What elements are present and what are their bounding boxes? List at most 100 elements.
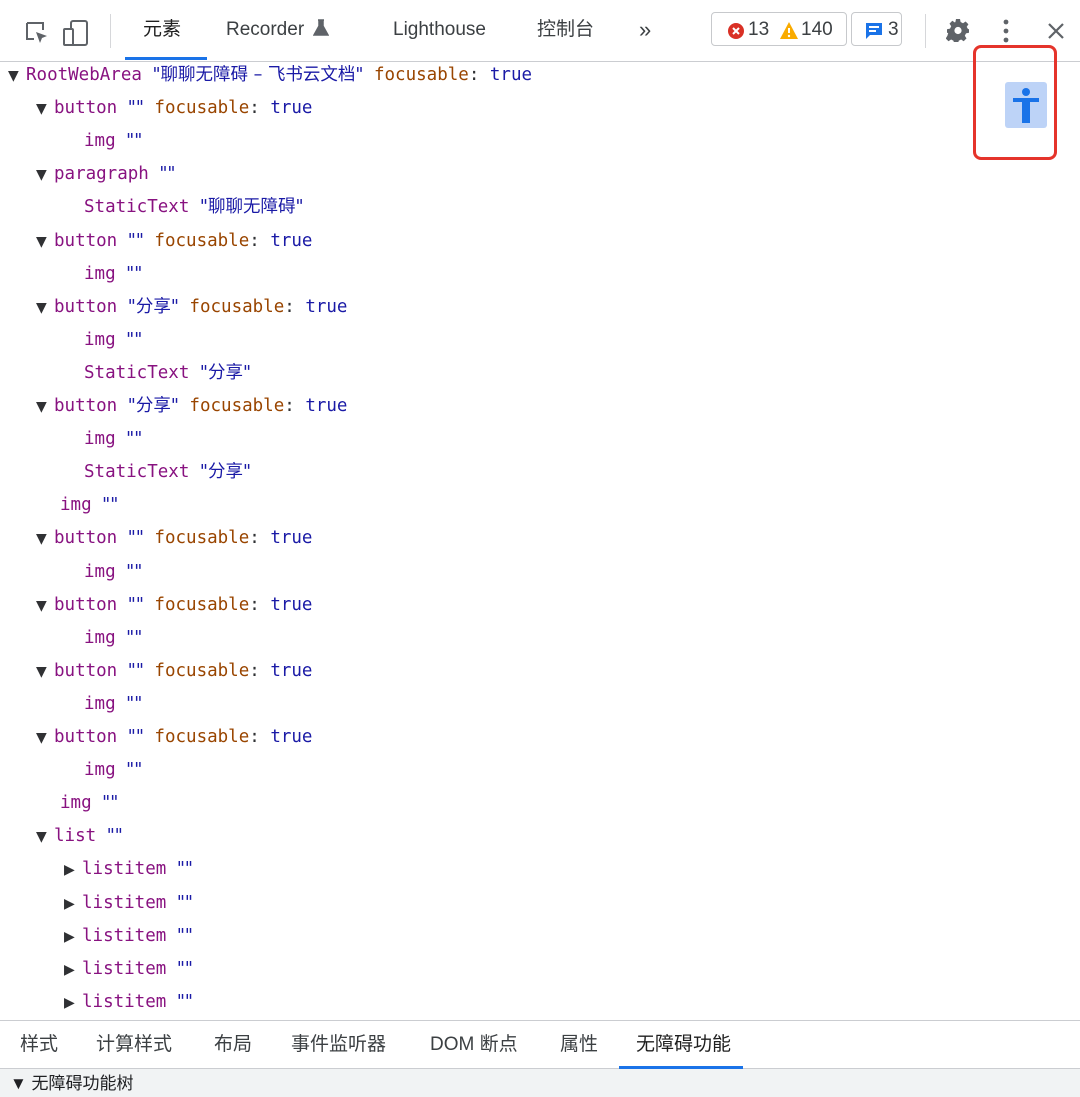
node-name: "" [176,991,193,1012]
node-role: list [54,826,97,847]
tab-console[interactable]: 控制台 [537,16,594,44]
collapse-triangle-icon[interactable]: ▼ [36,821,54,853]
close-icon[interactable] [1046,21,1066,41]
tab-lighthouse[interactable]: Lighthouse [393,16,486,44]
collapse-triangle-icon[interactable]: ▼ [36,226,54,258]
node-name: "" [127,528,144,549]
node-property-separator: : [249,660,271,681]
node-role: paragraph [54,164,149,185]
tree-node[interactable]: ▶ listitem "" [64,887,193,919]
tree-node[interactable]: ▼ button "" focusable: true [36,721,312,753]
tree-node[interactable]: ▼ button "" focusable: true [36,522,312,554]
tree-node[interactable]: ▼ button "" focusable: true [36,655,312,687]
node-name: "" [127,98,144,119]
node-role: img [84,627,116,648]
tab-event-listeners[interactable]: 事件监听器 [291,1031,386,1059]
tree-node[interactable]: ▼ button "分享" focusable: true [36,390,347,422]
node-name: "" [176,892,193,913]
tree-node[interactable]: ▼ button "分享" focusable: true [36,291,347,323]
tree-node[interactable]: img "" [84,423,142,455]
gear-icon[interactable] [946,18,970,42]
inspect-icon[interactable] [24,20,50,46]
tab-elements[interactable]: 元素 [143,16,181,44]
tab-styles[interactable]: 样式 [20,1031,58,1059]
tree-node[interactable]: ▼ paragraph "" [36,158,175,190]
tree-node[interactable]: ▼ button "" focusable: true [36,225,312,257]
node-name: "" [127,594,144,615]
tree-node[interactable]: img "" [60,787,118,819]
tab-dom-breakpoints[interactable]: DOM 断点 [430,1031,518,1059]
accessibility-tree-section-header[interactable]: ▼ 无障碍功能树 [0,1069,1080,1097]
tree-node[interactable]: StaticText "分享" [84,456,251,488]
collapse-triangle-icon[interactable]: ▼ [36,292,54,324]
node-name: "" [126,760,143,781]
expand-triangle-icon[interactable]: ▶ [64,921,82,953]
node-name: "分享" [127,396,179,416]
node-role: img [84,263,116,284]
node-property-value: true [270,98,313,119]
kebab-menu-icon[interactable] [1002,18,1010,44]
node-property-name: focusable [154,594,250,615]
node-role: img [84,131,116,152]
tree-node[interactable]: img "" [60,489,118,521]
collapse-triangle-icon[interactable]: ▼ [36,590,54,622]
node-property-value: true [489,65,533,85]
node-role: img [84,429,116,450]
tree-node[interactable]: StaticText "分享" [84,357,251,389]
node-name: "" [126,429,143,450]
tree-node[interactable]: ▶ listitem "" [64,853,193,885]
node-name: "分享" [199,462,252,483]
tree-node[interactable]: img "" [84,125,142,157]
collapse-triangle-icon[interactable]: ▼ [36,159,54,191]
warning-icon [780,22,798,39]
node-property-value: true [305,296,348,317]
node-name: "" [106,826,123,847]
node-role: StaticText [84,362,190,383]
node-role: img [60,495,92,516]
node-role: button [54,594,118,615]
device-toggle-icon[interactable] [62,20,90,46]
tree-node[interactable]: ▼ button "" focusable: true [36,589,312,621]
tree-node[interactable]: img "" [84,754,142,786]
tab-layout[interactable]: 布局 [214,1031,252,1059]
node-name: "" [126,627,143,648]
tree-node[interactable]: ▶ listitem "" [64,953,193,985]
tab-recorder[interactable]: Recorder [226,16,330,44]
tree-node[interactable]: img "" [84,688,142,720]
collapse-triangle-icon[interactable]: ▼ [36,656,54,688]
messages-count: 3 [888,19,899,40]
tree-node[interactable]: ▼ list "" [36,820,123,852]
node-name: "" [127,727,144,747]
expand-triangle-icon[interactable]: ▶ [64,888,82,920]
node-name: "" [126,263,143,284]
tree-node[interactable]: img "" [84,556,142,588]
node-property-value: true [270,528,313,549]
node-property-name: focusable [154,528,250,549]
tree-node[interactable]: ▶ listitem "" [64,920,193,952]
collapse-triangle-icon[interactable]: ▼ [36,523,54,555]
tree-node[interactable]: StaticText "聊聊无障碍" [84,191,304,223]
collapse-triangle-icon[interactable]: ▼ [36,93,54,125]
node-role: button [54,396,118,416]
tree-node[interactable]: img "" [84,324,142,356]
node-name: "" [176,958,193,979]
tab-accessibility[interactable]: 无障碍功能 [636,1031,731,1059]
tree-node[interactable]: ▼ RootWebArea "聊聊无障碍 – 飞书云文档" focusable: … [8,59,532,91]
collapse-triangle-icon[interactable]: ▼ [36,391,54,423]
node-property-value: true [270,660,313,681]
tab-computed[interactable]: 计算样式 [96,1031,172,1059]
expand-triangle-icon[interactable]: ▶ [64,987,82,1019]
tree-node[interactable]: ▶ listitem "" [64,986,193,1018]
tab-properties[interactable]: 属性 [560,1031,598,1059]
node-name: "分享" [127,296,179,317]
node-name: "" [176,925,193,946]
expand-triangle-icon[interactable]: ▶ [64,854,82,886]
node-role: img [60,793,92,814]
tree-node[interactable]: img "" [84,622,142,654]
collapse-triangle-icon[interactable]: ▼ [8,60,26,92]
tree-node[interactable]: ▼ button "" focusable: true [36,92,312,124]
more-tabs-button[interactable]: » [639,16,651,44]
expand-triangle-icon[interactable]: ▶ [64,954,82,986]
tree-node[interactable]: img "" [84,258,142,290]
collapse-triangle-icon[interactable]: ▼ [36,722,54,754]
